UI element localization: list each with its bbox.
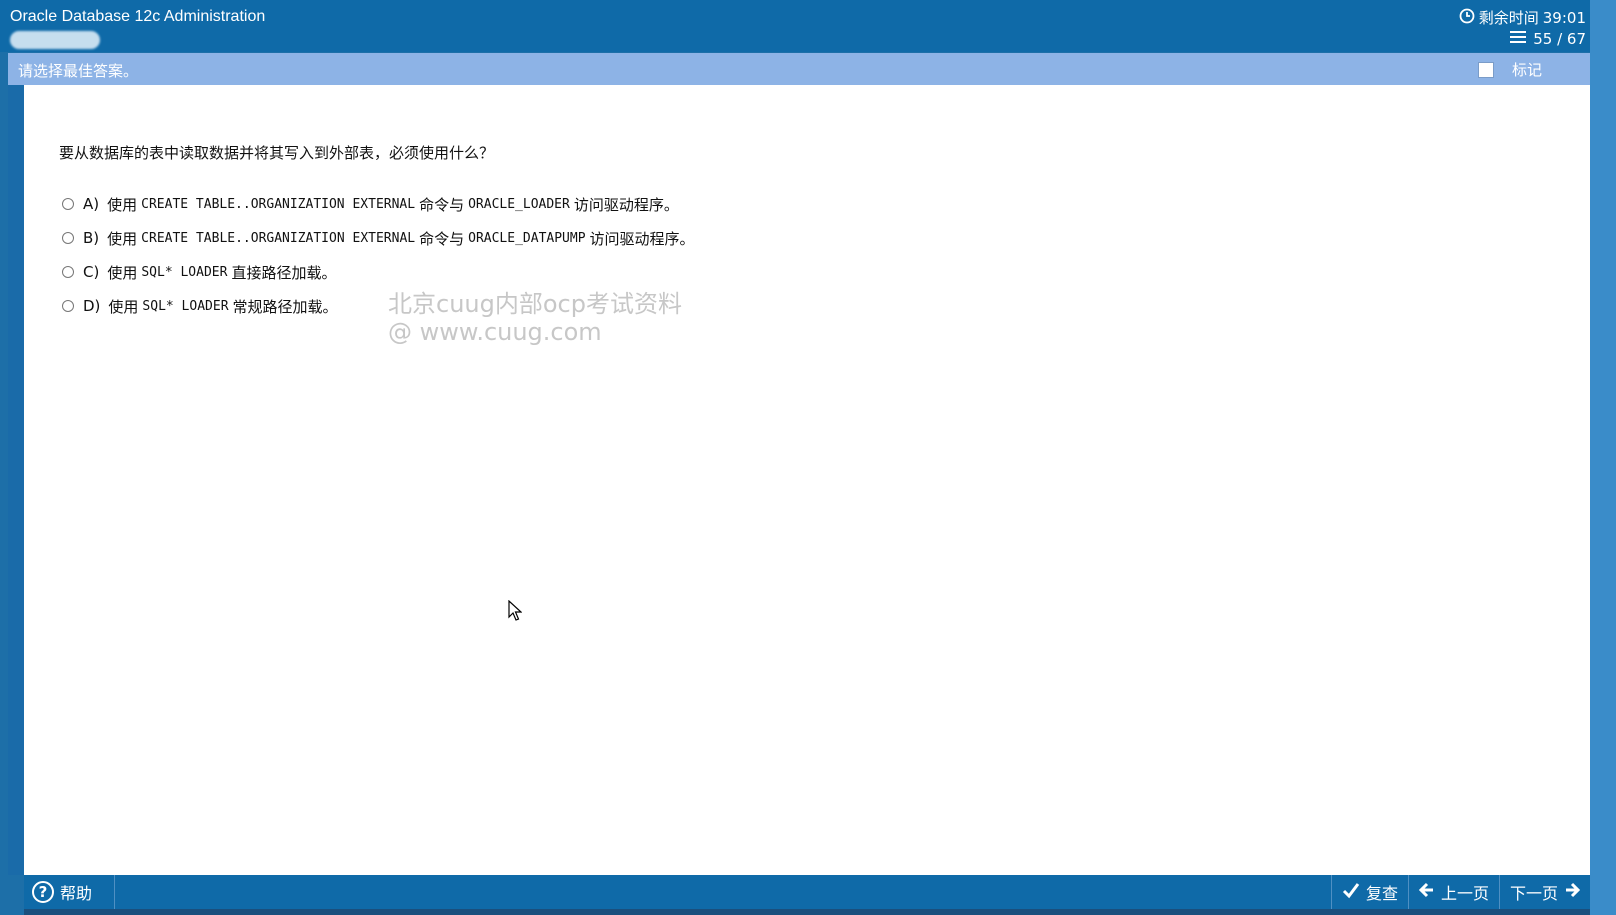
timer-value: 39:01	[1542, 8, 1586, 27]
option-text: 使用	[107, 263, 138, 282]
left-strip	[8, 85, 24, 875]
option-text: 直接路径加载。	[231, 263, 337, 282]
option-letter: D)	[83, 297, 101, 315]
radio-button[interactable]	[62, 198, 74, 210]
option-code: CREATE TABLE..ORGANIZATION EXTERNAL	[141, 230, 416, 246]
footer-border	[24, 909, 1590, 915]
option-letter: A)	[83, 195, 100, 213]
help-button[interactable]: ? 帮助	[24, 875, 115, 909]
option-b[interactable]: B) 使用 CREATE TABLE..ORGANIZATION EXTERNA…	[62, 221, 695, 255]
option-code: ORACLE_DATAPUMP	[468, 230, 586, 246]
prev-label: 上一页	[1440, 884, 1489, 903]
option-letter: C)	[83, 263, 100, 281]
window-edge	[1590, 0, 1616, 915]
nav-buttons: 复查 上一页 下一页	[1330, 875, 1590, 909]
option-c[interactable]: C) 使用 SQL* LOADER 直接路径加载。	[62, 255, 695, 289]
next-button[interactable]: 下一页	[1498, 875, 1590, 909]
user-name-redacted	[10, 31, 100, 49]
option-code: SQL* LOADER	[142, 298, 229, 314]
question-panel: 要从数据库的表中读取数据并将其写入到外部表，必须使用什么？ A) 使用 CREA…	[24, 85, 1590, 875]
option-d[interactable]: D) 使用 SQL* LOADER 常规路径加载。	[62, 289, 695, 323]
title-bar: Oracle Database 12c Administration 剩余时间 …	[0, 0, 1616, 52]
arrow-right-icon	[1564, 881, 1581, 903]
mouse-cursor-icon	[508, 599, 523, 626]
mark-toggle[interactable]: 标记	[1477, 59, 1542, 80]
radio-button[interactable]	[62, 300, 74, 312]
option-text: 使用	[108, 297, 139, 316]
prev-button[interactable]: 上一页	[1407, 875, 1499, 909]
option-letter: B)	[83, 229, 100, 247]
option-text: 访问驱动程序。	[589, 229, 695, 248]
question-text: 要从数据库的表中读取数据并将其写入到外部表，必须使用什么？	[59, 144, 495, 162]
review-button[interactable]: 复查	[1330, 875, 1408, 909]
timer-label: 剩余时间	[1478, 9, 1539, 27]
option-a[interactable]: A) 使用 CREATE TABLE..ORGANIZATION EXTERNA…	[62, 187, 695, 221]
time-remaining: 剩余时间 39:01	[1459, 7, 1586, 28]
option-code: ORACLE_LOADER	[468, 196, 570, 212]
footer-bar: ? 帮助 复查 上一页 下一页	[24, 875, 1590, 915]
clock-icon	[1459, 8, 1475, 28]
review-label: 复查	[1365, 884, 1398, 903]
radio-button[interactable]	[62, 266, 74, 278]
progress-value: 55 / 67	[1533, 30, 1586, 48]
check-icon	[1342, 881, 1360, 903]
answer-options: A) 使用 CREATE TABLE..ORGANIZATION EXTERNA…	[62, 187, 695, 323]
option-text: 命令与	[419, 229, 465, 248]
arrow-left-icon	[1418, 881, 1435, 903]
list-icon	[1509, 30, 1527, 48]
option-text: 命令与	[419, 195, 465, 214]
help-label: 帮助	[60, 884, 93, 903]
radio-button[interactable]	[62, 232, 74, 244]
help-icon: ?	[32, 881, 54, 903]
option-text: 使用	[107, 195, 138, 214]
option-code: SQL* LOADER	[141, 264, 228, 280]
option-code: CREATE TABLE..ORGANIZATION EXTERNAL	[141, 196, 416, 212]
app-title: Oracle Database 12c Administration	[10, 8, 266, 25]
option-text: 常规路径加载。	[232, 297, 338, 316]
option-text: 访问驱动程序。	[573, 195, 679, 214]
option-text: 使用	[107, 229, 138, 248]
mark-checkbox[interactable]	[1477, 61, 1494, 78]
next-label: 下一页	[1509, 884, 1558, 903]
instruction-text: 请选择最佳答案。	[18, 62, 139, 80]
question-progress: 55 / 67	[1509, 30, 1586, 48]
mark-label: 标记	[1511, 61, 1542, 79]
instruction-bar: 请选择最佳答案。 标记	[8, 53, 1592, 85]
